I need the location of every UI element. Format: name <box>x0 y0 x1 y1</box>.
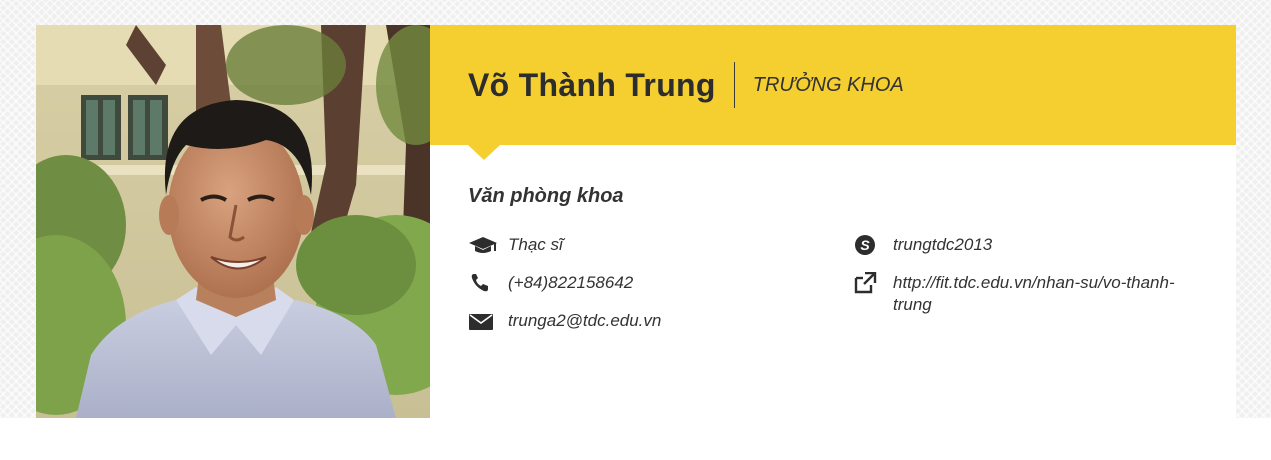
degree-text: Thạc sĩ <box>508 235 563 254</box>
profile-info: Võ Thành Trung TRƯỞNG KHOA Văn phòng kho… <box>430 25 1236 418</box>
profile-card: Võ Thành Trung TRƯỞNG KHOA Văn phòng kho… <box>36 25 1236 418</box>
contact-column-left: Thạc sĩ (+84)822158642 trunga2@tdc.edu.v… <box>468 234 853 348</box>
phone-icon <box>468 272 498 294</box>
phone-text[interactable]: (+84)822158642 <box>508 272 633 294</box>
svg-text:S: S <box>860 237 870 253</box>
profile-photo <box>36 25 430 418</box>
website-link[interactable]: http://fit.tdc.edu.vn/nhan-su/vo-thanh-t… <box>893 272 1193 316</box>
email-text[interactable]: trunga2@tdc.edu.vn <box>508 310 661 332</box>
website-row: http://fit.tdc.edu.vn/nhan-su/vo-thanh-t… <box>853 272 1193 316</box>
email-row: trunga2@tdc.edu.vn <box>468 310 853 332</box>
external-link-icon <box>853 272 883 294</box>
header-divider <box>733 62 735 108</box>
envelope-icon <box>468 310 498 332</box>
skype-text[interactable]: trungtdc2013 <box>893 234 992 256</box>
profile-header: Võ Thành Trung TRƯỞNG KHOA <box>430 25 1236 160</box>
profile-role: TRƯỞNG KHOA <box>752 73 904 96</box>
profile-department: Văn phòng khoa <box>468 185 624 207</box>
phone-row: (+84)822158642 <box>468 272 853 294</box>
contact-columns: Thạc sĩ (+84)822158642 trunga2@tdc.edu.v… <box>468 234 1236 348</box>
page-background-band <box>0 418 1271 460</box>
degree-row: Thạc sĩ <box>468 234 853 256</box>
contact-column-right: S trungtdc2013 http://fit.tdc.edu.vn/nha… <box>853 234 1193 348</box>
profile-details: Văn phòng khoa Thạc sĩ (+84)822158642 tr… <box>430 145 1236 348</box>
skype-row: S trungtdc2013 <box>853 234 1193 256</box>
graduation-cap-icon <box>468 234 498 256</box>
skype-icon: S <box>853 234 883 256</box>
profile-name: Võ Thành Trung <box>468 66 716 103</box>
